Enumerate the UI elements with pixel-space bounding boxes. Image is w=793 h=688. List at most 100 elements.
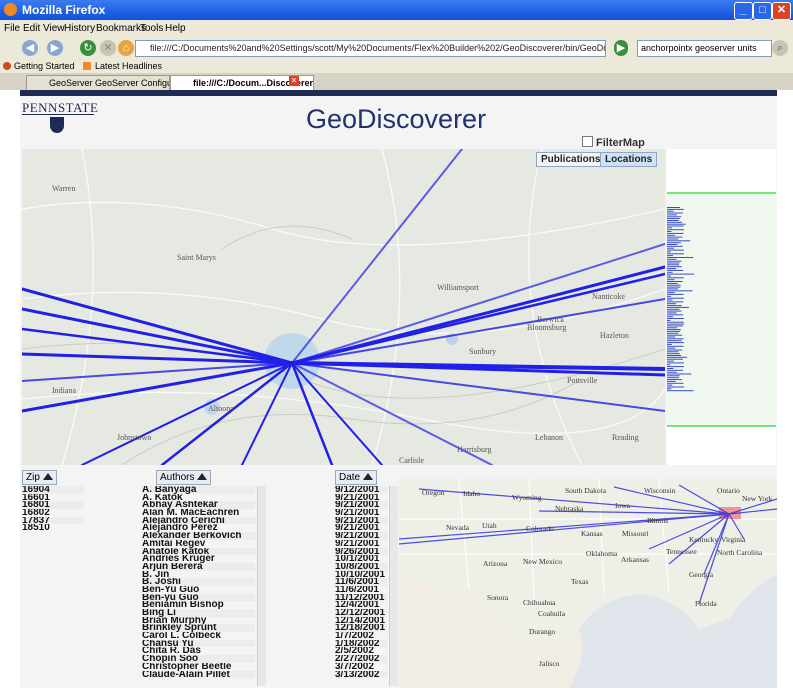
list-item[interactable]: 10/8/2001 <box>335 562 387 571</box>
list-item[interactable]: 12/12/2001 <box>335 609 387 617</box>
list-item[interactable]: B. Jin <box>142 571 255 579</box>
list-item[interactable]: 16801 <box>22 501 84 510</box>
list-item[interactable]: 1/7/2002 <box>335 632 387 640</box>
list-item[interactable]: 9/21/2001 <box>335 524 387 532</box>
main-map[interactable]: Warren Saint Marys Williamsport Nanticok… <box>22 149 665 465</box>
forward-icon[interactable]: ▶ <box>47 40 63 56</box>
zip-list[interactable]: 16904 16601 16801 16802 17837 18510 <box>22 486 84 686</box>
locations-button[interactable]: Locations <box>600 152 658 167</box>
bookmark-latest-headlines[interactable]: Latest Headlines <box>95 61 162 71</box>
list-item[interactable]: 9/21/2001 <box>335 494 387 502</box>
go-icon[interactable]: ▶ <box>614 40 628 56</box>
list-item[interactable]: 12/4/2001 <box>335 601 387 609</box>
list-item[interactable]: Anatole Katok <box>142 547 255 556</box>
tab-geoserver[interactable]: GeoServer GeoServer Configuration <box>26 75 170 91</box>
list-item[interactable]: Abhay Ashtekar <box>142 501 255 510</box>
list-item[interactable]: 9/21/2001 <box>335 532 387 540</box>
list-item[interactable]: Chita R. Das <box>142 647 255 655</box>
search-field[interactable]: anchorpointx geoserver units <box>637 40 772 57</box>
maximize-button[interactable]: □ <box>753 2 772 20</box>
list-item[interactable]: Christopher Beetle <box>142 663 255 671</box>
list-item[interactable]: Bing Li <box>142 609 255 617</box>
list-item[interactable]: 2/27/2002 <box>335 655 387 663</box>
list-item[interactable]: B. Joshi <box>142 578 255 586</box>
menu-bookmarks[interactable]: Bookmarks <box>96 23 146 34</box>
publications-button[interactable]: Publications <box>536 152 606 167</box>
authors-scrollbar[interactable] <box>257 486 266 686</box>
date-scrollbar[interactable] <box>389 486 398 686</box>
menu-history[interactable]: History <box>64 23 95 34</box>
list-item[interactable]: 9/12/2001 <box>335 486 387 494</box>
list-item[interactable]: Brinkley Sprunt <box>142 624 255 633</box>
list-item[interactable]: 18510 <box>22 524 84 532</box>
list-item[interactable]: Ben-Yu Guo <box>142 586 255 594</box>
overview-map-canvas[interactable]: Oregon Idaho Wyoming South Dakota Wiscon… <box>399 479 777 688</box>
list-item[interactable]: Amitai Regev <box>142 540 255 548</box>
list-item[interactable]: Alan M. MacEachren <box>142 509 255 517</box>
stop-icon[interactable]: ✕ <box>100 40 116 56</box>
list-item[interactable]: Andries Kruger <box>142 555 255 563</box>
filter-map-checkbox[interactable]: FilterMap <box>582 136 645 149</box>
list-item[interactable]: 9/21/2001 <box>335 540 387 548</box>
list-item[interactable]: 12/14/2001 <box>335 617 387 625</box>
list-item[interactable]: Beniamin Bishop <box>142 601 255 609</box>
timeline-histogram[interactable] <box>667 149 776 465</box>
menu-help[interactable]: Help <box>165 23 186 34</box>
close-window-button[interactable]: ✕ <box>772 2 791 20</box>
list-item[interactable]: 10/10/2001 <box>335 571 387 579</box>
list-item[interactable]: 9/21/2001 <box>335 509 387 517</box>
list-item[interactable]: Chansu Yu <box>142 639 255 648</box>
list-item[interactable]: 10/1/2001 <box>335 555 387 563</box>
menu-file[interactable]: File <box>4 23 20 34</box>
map-canvas[interactable]: Warren Saint Marys Williamsport Nanticok… <box>22 149 665 465</box>
list-item[interactable]: 11/6/2001 <box>335 578 387 586</box>
list-item[interactable]: A. Banyaga <box>142 486 255 494</box>
date-list[interactable]: 9/12/2001 9/21/2001 9/21/2001 9/21/2001 … <box>335 486 387 686</box>
list-item[interactable]: Arjun Berera <box>142 562 255 571</box>
list-item[interactable]: 16601 <box>22 494 84 502</box>
list-item[interactable]: 3/7/2002 <box>335 663 387 671</box>
list-item[interactable]: Alejandro Cerichi <box>142 516 255 525</box>
list-item[interactable]: Brian Murphy <box>142 617 255 625</box>
list-item[interactable]: 2/5/2002 <box>335 647 387 655</box>
menu-view[interactable]: View <box>43 23 65 34</box>
list-item[interactable]: Claude-Alain Pillet <box>142 670 255 679</box>
overview-map[interactable]: Oregon Idaho Wyoming South Dakota Wiscon… <box>399 479 777 688</box>
list-item[interactable]: A. Katok <box>142 494 255 502</box>
home-icon[interactable]: ⌂ <box>118 40 134 56</box>
list-item[interactable]: Chopin Soo <box>142 655 255 663</box>
minimize-button[interactable]: _ <box>734 2 753 20</box>
list-item[interactable]: Ben-yu Guo <box>142 593 255 602</box>
sort-ascending-icon <box>363 473 374 480</box>
zip-sort-button[interactable]: Zip <box>22 470 57 485</box>
list-item[interactable]: 16904 <box>22 486 84 494</box>
list-item[interactable]: 11/6/2001 <box>335 586 387 594</box>
authors-list[interactable]: A. Banyaga A. Katok Abhay Ashtekar Alan … <box>142 486 255 686</box>
list-item[interactable]: 17837 <box>22 516 84 525</box>
list-item[interactable]: 3/13/2002 <box>335 670 387 679</box>
list-item[interactable]: 1/18/2002 <box>335 639 387 648</box>
histogram-canvas[interactable] <box>667 149 776 465</box>
date-sort-button[interactable]: Date <box>335 470 378 485</box>
url-field[interactable]: file:///C:/Documents%20and%20Settings/sc… <box>135 40 606 57</box>
menu-tools[interactable]: Tools <box>140 23 163 34</box>
list-item[interactable]: 9/21/2001 <box>335 516 387 525</box>
list-item[interactable]: 9/21/2001 <box>335 501 387 510</box>
menu-edit[interactable]: Edit <box>23 23 40 34</box>
search-icon[interactable]: ⌕ <box>772 40 788 56</box>
reload-icon[interactable]: ↻ <box>80 40 96 56</box>
list-item[interactable]: 9/26/2001 <box>335 547 387 556</box>
authors-sort-button[interactable]: Authors <box>156 470 212 485</box>
map-label: Florida <box>695 599 717 608</box>
list-item[interactable]: Alexander Berkovich <box>142 532 255 540</box>
back-icon[interactable]: ◀ <box>22 40 38 56</box>
histogram-bar <box>667 358 683 360</box>
close-tab-icon[interactable]: ✕ <box>289 76 299 86</box>
list-item[interactable]: Carol L. Colbeck <box>142 632 255 640</box>
list-item[interactable]: 16802 <box>22 509 84 517</box>
list-item[interactable]: 12/18/2001 <box>335 624 387 633</box>
list-item[interactable]: 11/12/2001 <box>335 593 387 602</box>
checkbox-icon[interactable] <box>582 136 593 147</box>
bookmark-getting-started[interactable]: Getting Started <box>14 61 75 71</box>
list-item[interactable]: Alejandro Perez <box>142 524 255 532</box>
